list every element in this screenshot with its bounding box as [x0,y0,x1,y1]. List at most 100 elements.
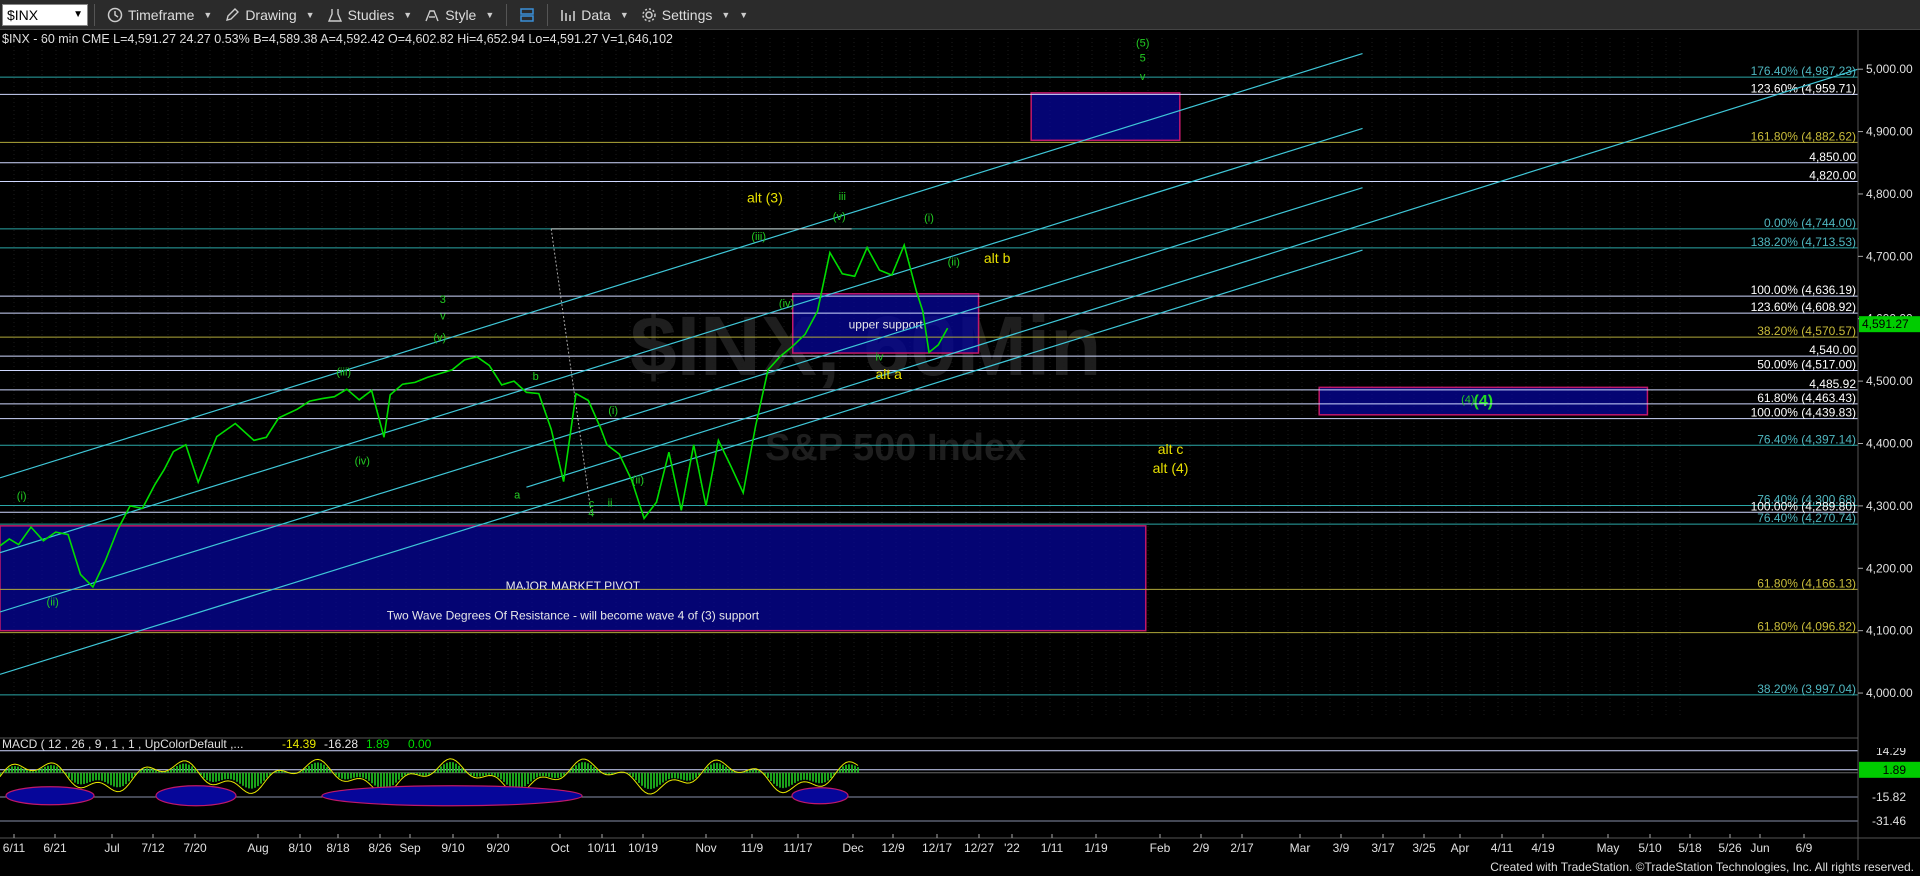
y-tick-label: 4,900.00 [1866,125,1913,139]
macd-axis-label: -15.82 [1872,790,1906,804]
x-tick-label: 5/10 [1638,841,1662,855]
wave-label: (v) [433,332,446,344]
timeframe-button[interactable]: Timeframe ▼ [101,1,218,29]
toolbar-separator [547,3,549,26]
fib-label: 61.80% (4,166.13) [1757,576,1856,590]
fib-label: 38.20% (4,570.57) [1757,324,1856,338]
fib-label: 123.60% (4,608.92) [1751,300,1856,314]
macd-highlight [791,787,849,805]
layout-button[interactable] [513,1,541,29]
x-tick-label: 8/10 [288,841,312,855]
chevron-down-icon: ▼ [619,9,629,20]
chart-area[interactable]: $INX - 60 min CME L=4,591.27 24.27 0.53%… [0,30,1920,860]
x-tick-label: 10/11 [587,841,616,855]
wave-label: (iv) [355,456,370,468]
x-tick-label: 12/27 [964,841,994,855]
macd-axis-label: -31.46 [1872,814,1906,828]
fib-label: 4,850.00 [1809,150,1856,164]
y-tick-label: 4,800.00 [1866,187,1913,201]
wave-label: v [440,310,446,322]
macd-value: -14.39 [282,737,316,751]
studies-button[interactable]: Studies ▼ [321,1,419,29]
toolbar-separator [94,3,95,26]
fib-label: 100.00% (4,439.83) [1751,406,1856,420]
macd-panel: MACD ( 12 , 26 , 9 , 1 , 1 , UpColorDefa… [0,737,1920,828]
fib-label: 4,540.00 [1809,343,1856,357]
macd-highlight [5,786,95,806]
symbol-value: $INX [7,6,39,23]
x-tick-label: 8/26 [368,841,392,855]
palette-icon [425,9,439,21]
wave-label: (iii) [336,367,351,379]
x-tick-label: 9/20 [486,841,510,855]
x-tick-label: 8/18 [326,841,350,855]
x-tick-label: 2/17 [1230,841,1254,855]
wave-label: (4) [1461,394,1474,406]
x-tick-label: 12/17 [922,841,952,855]
fib-label: 176.40% (4,987.23) [1751,64,1856,78]
style-button[interactable]: Style ▼ [418,1,500,29]
chevron-down-icon: ▼ [305,9,315,20]
x-tick-label: May [1597,841,1620,855]
chevron-down-icon: ▼ [203,9,213,20]
x-tick-label: 2/9 [1193,841,1210,855]
x-tick-label: 11/9 [741,841,764,855]
x-tick-label: 1/11 [1041,841,1064,855]
drawing-button[interactable]: Drawing ▼ [218,1,320,29]
wave-label: alt c [1158,441,1184,457]
fib-label: 100.00% (4,636.19) [1751,283,1856,297]
wave-label: (ii) [47,597,59,609]
studies-label: Studies [347,6,395,23]
fib-label: 138.20% (4,713.53) [1751,235,1856,249]
x-tick-label: Sep [399,841,421,855]
studies-icon [327,8,342,22]
macd-highlight [155,785,237,807]
macd-highlight [321,785,583,807]
fib-label: 61.80% (4,096.82) [1757,620,1856,634]
x-tick-label: Feb [1150,841,1171,855]
x-tick-label: 3/17 [1371,841,1395,855]
wave-label: b [533,371,539,383]
wave-label: iv [875,352,883,364]
x-tick-label: 6/11 [3,841,26,855]
wave-label: alt a [876,366,903,382]
wave-label: (i) [924,212,934,224]
wave-label: (ii) [632,474,644,486]
x-tick-label: 4/11 [1491,841,1514,855]
gear-icon [642,7,656,22]
connector-line [550,228,592,516]
y-tick-label: 4,100.00 [1866,624,1913,638]
x-tick-label: Mar [1290,841,1311,855]
macd-value: -16.28 [324,737,358,751]
fib-label: 4,820.00 [1809,168,1856,182]
settings-button[interactable]: Settings ▼ ▼ [635,1,754,29]
x-tick-label: 12/9 [881,841,905,855]
x-tick-label: Jun [1750,841,1769,855]
channel-line [0,53,1363,479]
last-price-label: 4,591.27 [1862,317,1909,331]
fib-label: 76.40% (4,270.74) [1757,511,1856,525]
timeframe-label: Timeframe [128,6,195,23]
fib-label: 38.20% (3,997.04) [1757,682,1856,696]
x-tick-label: Dec [842,841,863,855]
y-tick-label: 4,000.00 [1866,686,1913,700]
bar-chart-icon [561,9,576,21]
settings-label: Settings [661,6,713,23]
x-tick-label: Aug [247,841,268,855]
data-button[interactable]: Data ▼ [554,1,635,29]
chevron-down-icon[interactable]: ▼ [73,9,83,20]
macd-value: 1.89 [366,737,390,751]
wave-label: (5) [1136,38,1149,50]
y-tick-label: 4,200.00 [1866,561,1913,575]
wave-label: (i) [17,491,27,503]
drawing-label: Drawing [245,6,297,23]
style-label: Style [445,6,477,23]
wave-label: (iv) [779,298,794,310]
symbol-input[interactable]: $INX ▼ [2,3,88,26]
wave-label: alt (4) [1153,460,1189,476]
chart-header: $INX - 60 min CME L=4,591.27 24.27 0.53%… [2,32,673,46]
zone-label: MAJOR MARKET PIVOT [506,579,641,593]
fib-label: 50.00% (4,517.00) [1757,358,1856,372]
toolbar: $INX ▼ Timeframe ▼ Drawing ▼ Studies ▼ S… [0,0,1920,30]
wave-label: (ii) [948,257,960,269]
